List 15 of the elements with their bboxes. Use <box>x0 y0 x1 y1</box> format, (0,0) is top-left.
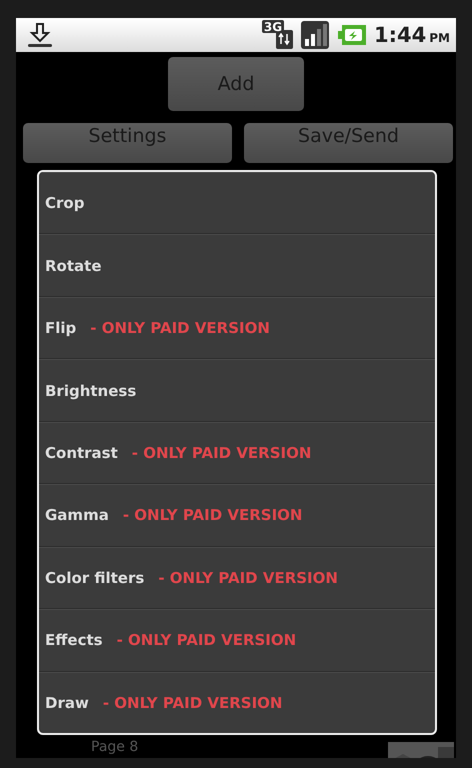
clock-period: PM <box>429 31 450 45</box>
menu-item[interactable]: Draw - ONLY PAID VERSION <box>39 672 435 733</box>
menu-item[interactable]: Crop <box>39 172 435 234</box>
menu-item[interactable]: Flip - ONLY PAID VERSION <box>39 296 435 360</box>
signal-icon <box>300 20 330 50</box>
menu-item[interactable]: Color filters - ONLY PAID VERSION <box>39 546 435 610</box>
menu-item[interactable]: Brightness <box>39 359 435 422</box>
menu-item[interactable]: Gamma - ONLY PAID VERSION <box>39 484 435 547</box>
battery-icon <box>336 23 368 47</box>
menu-item[interactable]: Contrast - ONLY PAID VERSION <box>39 422 435 484</box>
menu-item[interactable]: Effects - ONLY PAID VERSION <box>39 609 435 672</box>
download-icon <box>26 21 54 49</box>
menu-item[interactable]: Rotate <box>39 234 435 297</box>
clock-time: 1:44 <box>374 23 426 47</box>
page-title: Page 8 <box>91 739 138 755</box>
